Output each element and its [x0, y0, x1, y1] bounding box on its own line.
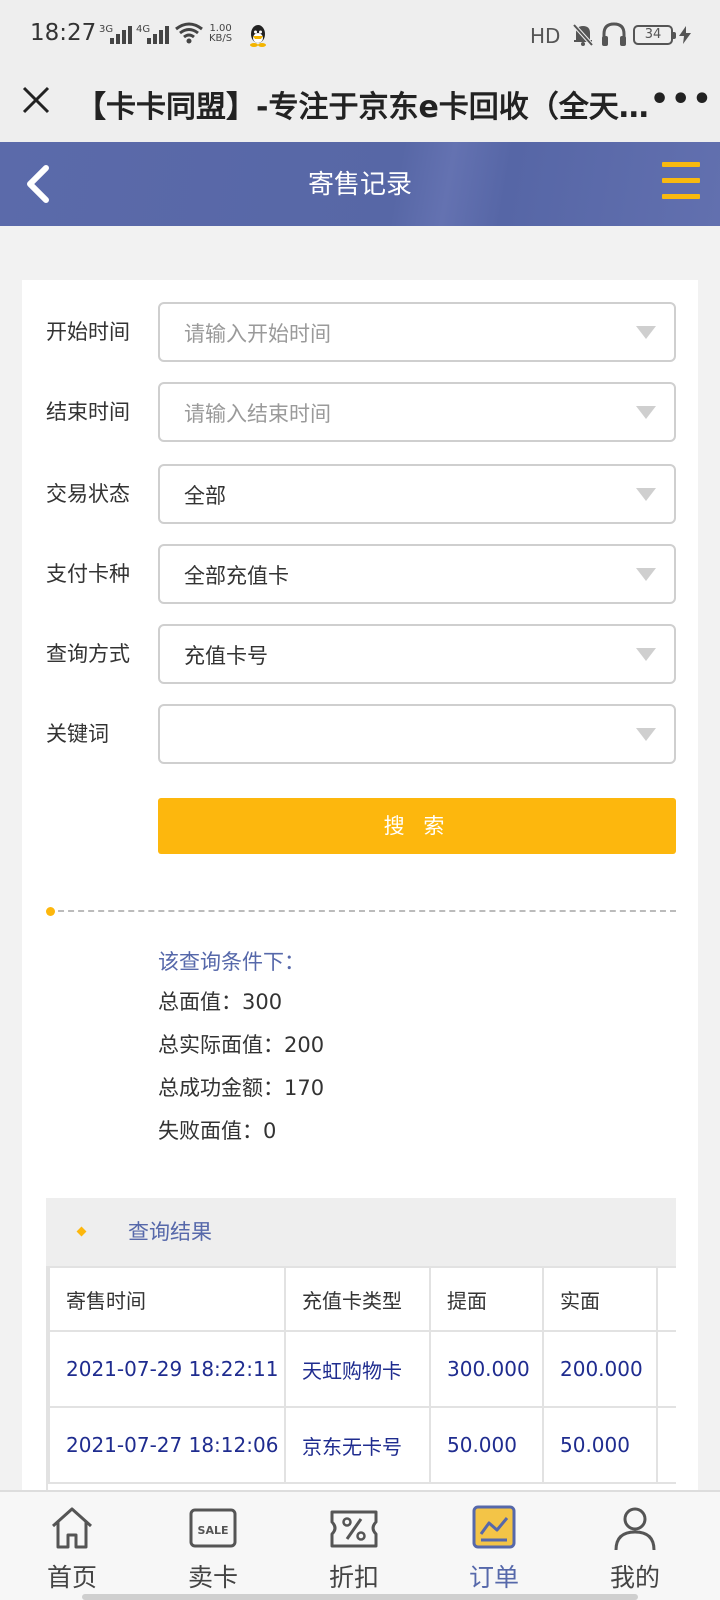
end-time-select[interactable]: 请输入结束时间 — [158, 382, 676, 442]
start-time-label: 开始时间 — [46, 320, 130, 344]
start-time-select[interactable]: 请输入开始时间 — [158, 302, 676, 362]
qq-icon — [250, 25, 266, 47]
column-header: 实面 — [542, 1266, 658, 1332]
hd-label: HD — [530, 24, 561, 48]
search-button[interactable]: 搜 索 — [158, 798, 676, 854]
nav-home[interactable]: 首页 — [22, 1504, 122, 1600]
nav-sell-card[interactable]: SALE 卖卡 — [163, 1504, 263, 1600]
total-actual-value: 总实际面值：200 — [158, 1033, 325, 1057]
table-cell-overflow — [656, 1406, 676, 1484]
query-method-row: 查询方式 充值卡号 — [22, 624, 698, 684]
app-header: 寄售记录 — [0, 142, 720, 226]
query-method-value: 充值卡号 — [184, 644, 268, 668]
svg-text:SALE: SALE — [198, 1524, 229, 1537]
nav-orders[interactable]: 订单 — [444, 1504, 544, 1600]
orders-icon — [472, 1505, 516, 1549]
card-type-row: 支付卡种 全部充值卡 — [22, 544, 698, 604]
table-cell: 天虹购物卡 — [284, 1330, 431, 1408]
browser-title: 【卡卡同盟】-专注于京东e卡回收（全天… — [76, 90, 649, 125]
table-cell: 2021-07-29 18:22:11 — [48, 1330, 286, 1408]
menu-button[interactable] — [662, 162, 700, 206]
divider-dot — [46, 907, 55, 916]
battery-icon: 34 — [633, 25, 676, 45]
headset-icon — [602, 22, 626, 46]
card-type-label: 支付卡种 — [46, 562, 130, 586]
home-indicator[interactable] — [82, 1594, 638, 1600]
end-time-placeholder: 请输入结束时间 — [184, 402, 331, 426]
dropdown-arrow-icon — [636, 488, 656, 501]
dropdown-arrow-icon — [636, 728, 656, 741]
status-select[interactable]: 全部 — [158, 464, 676, 524]
wifi-icon — [175, 22, 203, 44]
card-type-value: 全部充值卡 — [184, 564, 289, 588]
mute-icon — [572, 23, 594, 47]
status-value: 全部 — [184, 484, 226, 508]
results-table[interactable]: 寄售时间 充值卡类型 提面 实面 2021-07-29 18:22:11 天虹购… — [46, 1266, 676, 1490]
end-time-label: 结束时间 — [46, 400, 130, 424]
nav-label: 卖卡 — [187, 1563, 238, 1592]
start-time-row: 开始时间 请输入开始时间 — [22, 302, 698, 362]
status-label: 交易状态 — [46, 482, 130, 506]
profile-icon — [614, 1507, 656, 1551]
column-header: 寄售时间 — [48, 1266, 286, 1332]
nav-discount[interactable]: 折扣 — [304, 1504, 404, 1600]
signal-icon — [147, 26, 169, 44]
table-cell: 50.000 — [542, 1406, 658, 1484]
end-time-row: 结束时间 请输入结束时间 — [22, 382, 698, 442]
more-menu-button[interactable]: ••• — [650, 82, 714, 117]
query-method-select[interactable]: 充值卡号 — [158, 624, 676, 684]
column-header: 提面 — [429, 1266, 544, 1332]
home-icon — [51, 1507, 93, 1549]
dropdown-arrow-icon — [636, 648, 656, 661]
summary-title: 该查询条件下： — [158, 950, 305, 974]
bullet-icon — [76, 1226, 87, 1237]
nav-label: 首页 — [46, 1563, 97, 1592]
table-cell: 200.000 — [542, 1330, 658, 1408]
results-title: 查询结果 — [128, 1220, 212, 1244]
table-row[interactable]: 2021-07-29 18:22:11 天虹购物卡 300.000 200.00… — [48, 1330, 676, 1408]
total-face-value: 总面值：300 — [158, 990, 283, 1014]
network-speed: 1.00 KB/S — [209, 23, 233, 44]
keyword-row: 关键词 — [22, 704, 698, 764]
table-cell: 50.000 — [429, 1406, 544, 1484]
keyword-field[interactable] — [158, 704, 676, 764]
page-title: 寄售记录 — [307, 170, 412, 200]
results-header: 查询结果 — [46, 1198, 676, 1266]
failed-value: 失败面值：0 — [158, 1119, 277, 1143]
nav-profile[interactable]: 我的 — [585, 1504, 685, 1600]
status-time: 18:27 — [30, 20, 97, 46]
discount-icon — [330, 1510, 378, 1548]
signal-icon — [110, 26, 132, 44]
sale-icon: SALE — [189, 1508, 237, 1548]
dropdown-arrow-icon — [636, 568, 656, 581]
start-time-placeholder: 请输入开始时间 — [184, 322, 331, 346]
table-header-row: 寄售时间 充值卡类型 提面 实面 — [48, 1266, 676, 1332]
card-type-select[interactable]: 全部充值卡 — [158, 544, 676, 604]
table-cell: 300.000 — [429, 1330, 544, 1408]
nav-label: 订单 — [468, 1563, 519, 1592]
search-panel: 开始时间 请输入开始时间 结束时间 请输入结束时间 交易状态 全部 支付卡种 全… — [22, 280, 698, 1490]
total-success-amount: 总成功金额：170 — [158, 1076, 325, 1100]
keyword-label: 关键词 — [46, 722, 109, 746]
browser-header: 【卡卡同盟】-专注于京东e卡回收（全天… ••• — [0, 70, 720, 142]
dropdown-arrow-icon — [636, 406, 656, 419]
status-row: 交易状态 全部 — [22, 464, 698, 524]
dropdown-arrow-icon — [636, 326, 656, 339]
column-header: 充值卡类型 — [284, 1266, 431, 1332]
bottom-nav: 首页 SALE 卖卡 折扣 订单 我的 — [0, 1490, 720, 1600]
nav-label: 我的 — [609, 1563, 660, 1592]
column-header-overflow — [656, 1266, 676, 1332]
close-icon[interactable] — [20, 84, 52, 116]
table-cell: 京东无卡号 — [284, 1406, 431, 1484]
table-cell: 2021-07-27 18:12:06 — [48, 1406, 286, 1484]
charging-icon — [679, 26, 691, 44]
nav-label: 折扣 — [328, 1563, 379, 1592]
status-bar: 18:27 3G 4G 1.00 KB/S HD 34 — [0, 0, 720, 70]
divider — [48, 910, 676, 912]
query-method-label: 查询方式 — [46, 642, 130, 666]
table-row[interactable]: 2021-07-27 18:12:06 京东无卡号 50.000 50.000 — [48, 1406, 676, 1484]
table-cell-overflow — [656, 1330, 676, 1408]
